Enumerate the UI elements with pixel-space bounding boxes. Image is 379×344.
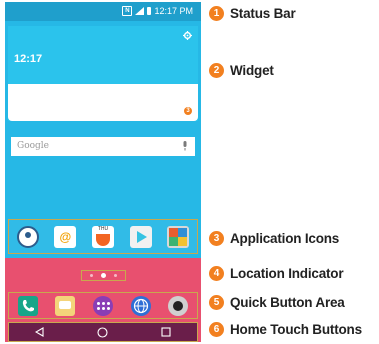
callout-label: Application Icons — [230, 231, 340, 246]
callout-label: Home Touch Buttons — [230, 322, 362, 337]
phone-icon[interactable] — [17, 295, 38, 316]
page-dot[interactable] — [90, 274, 93, 277]
recent-square-icon — [161, 327, 171, 337]
callout-home-touch-buttons: 6 Home Touch Buttons — [209, 322, 362, 337]
messaging-icon[interactable] — [55, 295, 76, 316]
mic-icon[interactable] — [182, 141, 188, 151]
home-button[interactable] — [96, 325, 110, 339]
search-placeholder: Google — [17, 141, 49, 151]
callout-number: 5 — [209, 295, 224, 310]
camera-icon[interactable] — [168, 295, 189, 316]
status-bar[interactable]: N 12:17 PM — [5, 2, 201, 21]
internet-globe-icon[interactable] — [130, 295, 151, 316]
status-time: 12:17 PM — [154, 6, 193, 16]
widget[interactable]: 12:17 3 — [8, 26, 198, 121]
calendar-day-label: THU — [97, 225, 109, 232]
notification-badge: 3 — [184, 107, 192, 115]
location-indicator[interactable] — [81, 270, 126, 281]
back-triangle-icon — [35, 327, 44, 337]
callout-quick-button-area: 5 Quick Button Area — [209, 295, 345, 310]
widget-card[interactable]: 3 — [8, 84, 198, 121]
apps-drawer-icon[interactable] — [92, 295, 113, 316]
quick-button-area — [8, 292, 198, 319]
application-icons: @ THU — [8, 219, 198, 254]
status-icons: N 12:17 PM — [122, 6, 193, 16]
callout-number: 4 — [209, 266, 224, 281]
back-button[interactable] — [33, 325, 47, 339]
app-folder-icon[interactable] — [167, 225, 190, 248]
callout-label: Quick Button Area — [230, 295, 345, 310]
callout-location-indicator: 4 Location Indicator — [209, 266, 344, 281]
gear-icon[interactable] — [183, 31, 192, 40]
email-app-icon[interactable]: @ — [54, 225, 77, 248]
callout-label: Widget — [230, 63, 274, 78]
calendar-app-icon[interactable]: THU — [91, 225, 114, 248]
signal-icon — [135, 7, 145, 15]
callout-application-icons: 3 Application Icons — [209, 231, 339, 246]
phone-handset-icon — [22, 299, 34, 311]
recent-apps-button[interactable] — [159, 325, 173, 339]
page-dot-active[interactable] — [101, 273, 106, 278]
battery-icon — [147, 7, 152, 15]
callout-label: Location Indicator — [230, 266, 344, 281]
callout-number: 2 — [209, 63, 224, 78]
play-store-app-icon[interactable] — [129, 225, 152, 248]
callout-number: 3 — [209, 231, 224, 246]
google-search-bar[interactable]: Google — [11, 137, 195, 156]
page-dot[interactable] — [114, 274, 117, 277]
nfc-icon: N — [122, 6, 133, 16]
callout-number: 6 — [209, 322, 224, 337]
callout-widget: 2 Widget — [209, 63, 274, 78]
callout-number: 1 — [209, 6, 224, 21]
home-touch-buttons — [8, 322, 198, 342]
globe-icon — [133, 298, 148, 313]
home-circle-icon — [97, 326, 109, 338]
contacts-app-icon[interactable] — [16, 225, 39, 248]
callout-label: Status Bar — [230, 6, 296, 21]
widget-clock: 12:17 — [14, 53, 43, 65]
phone-home-screen: N 12:17 PM 12:17 3 Google @ THU — [5, 2, 201, 342]
calendar-icon-body — [95, 233, 110, 246]
callout-status-bar: 1 Status Bar — [209, 6, 296, 21]
